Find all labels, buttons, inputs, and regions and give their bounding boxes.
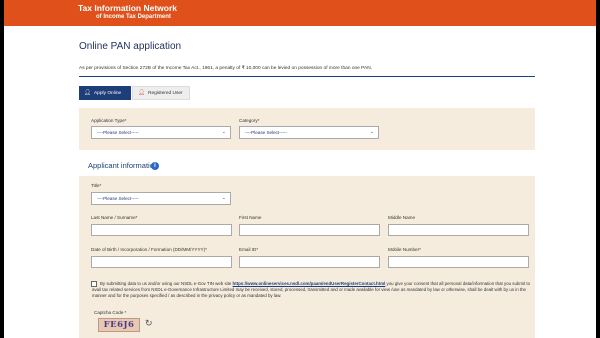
dob-input[interactable] — [91, 256, 232, 268]
first-name-input[interactable] — [239, 224, 380, 236]
consent-link[interactable]: https://www.onlineservices.nsdl.com/paam… — [233, 281, 386, 286]
select-value: ----Please Select----- — [97, 130, 139, 135]
mobile-input[interactable] — [388, 256, 529, 268]
chevron-down-icon: ⌄ — [221, 195, 226, 201]
page: Tax Information Network of Income Tax De… — [4, 0, 596, 338]
last-name-label: Last Name / Surname* — [91, 215, 138, 220]
applicant-info-section: Title* ----Please Select----- ⌄ Last Nam… — [79, 176, 535, 338]
middle-name-label: Middle Name — [388, 215, 416, 220]
tab-label: Apply Online — [93, 90, 122, 96]
user-icon: 👤︎ — [138, 90, 145, 96]
penalty-notice: As per provisions of Section 272B of the… — [79, 66, 372, 71]
middle-name-input[interactable] — [388, 224, 529, 236]
mobile-label: Mobile Number* — [388, 247, 421, 252]
brand-subtitle: of Income Tax Department — [96, 14, 171, 20]
captcha-label: Captcha Code * — [94, 310, 127, 315]
category-label: Category* — [239, 118, 260, 123]
first-name-label: First Name — [239, 215, 262, 220]
application-type-label: Application Type* — [91, 118, 127, 123]
category-select[interactable]: ----Please Select----- ⌄ — [239, 126, 379, 139]
last-name-input[interactable] — [91, 224, 232, 236]
dob-label: Date of Birth / Incorporation / Formatio… — [91, 247, 207, 252]
header-bar: Tax Information Network of Income Tax De… — [4, 0, 596, 26]
refresh-icon[interactable]: ↻ — [145, 318, 153, 329]
email-input[interactable] — [239, 256, 380, 268]
select-value: ----Please Select----- — [245, 130, 287, 135]
chevron-down-icon: ⌄ — [369, 129, 374, 135]
tab-apply-online[interactable]: 👤︎ Apply Online — [79, 86, 131, 100]
consent-prefix: By submitting data to us and/or using ou… — [100, 281, 233, 286]
consent-text: By submitting data to us and/or using ou… — [92, 281, 532, 300]
info-icon[interactable]: i — [151, 162, 159, 170]
title-label: Title* — [91, 183, 102, 188]
page-title: Online PAN application — [79, 41, 182, 52]
divider — [79, 76, 535, 77]
application-type-select[interactable]: ----Please Select----- ⌄ — [91, 126, 231, 139]
user-add-icon: 👤︎ — [84, 90, 91, 96]
select-value: ----Please Select----- — [97, 196, 139, 201]
tab-label: Registered User — [147, 90, 183, 96]
applicant-info-heading: Applicant information — [88, 161, 159, 170]
email-label: Email ID* — [239, 247, 259, 252]
chevron-down-icon: ⌄ — [221, 129, 226, 135]
brand-title[interactable]: Tax Information Network — [78, 3, 177, 13]
tab-registered-user[interactable]: 👤︎ Registered User — [132, 86, 190, 100]
screen-frame: Tax Information Network of Income Tax De… — [0, 0, 600, 338]
captcha-image: FE6J6 — [98, 318, 140, 332]
title-select[interactable]: ----Please Select----- ⌄ — [91, 192, 231, 205]
application-type-section: Application Type* ----Please Select-----… — [79, 108, 535, 150]
